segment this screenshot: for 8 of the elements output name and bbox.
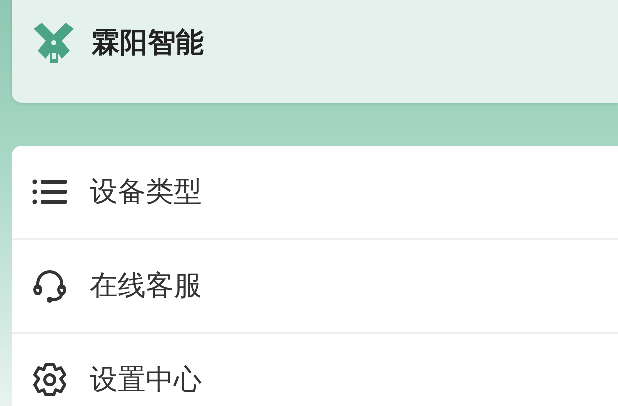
windmill-logo xyxy=(32,22,76,62)
list-icon xyxy=(32,179,68,205)
settings-icon xyxy=(32,362,68,398)
brand-title: 霖阳智能 xyxy=(92,24,204,60)
menu-item[interactable]: 在线客服 xyxy=(12,240,618,334)
menu-item[interactable]: 设备类型 xyxy=(12,146,618,240)
menu-item[interactable]: 设置中心 xyxy=(12,334,618,406)
headset-icon xyxy=(32,268,68,304)
